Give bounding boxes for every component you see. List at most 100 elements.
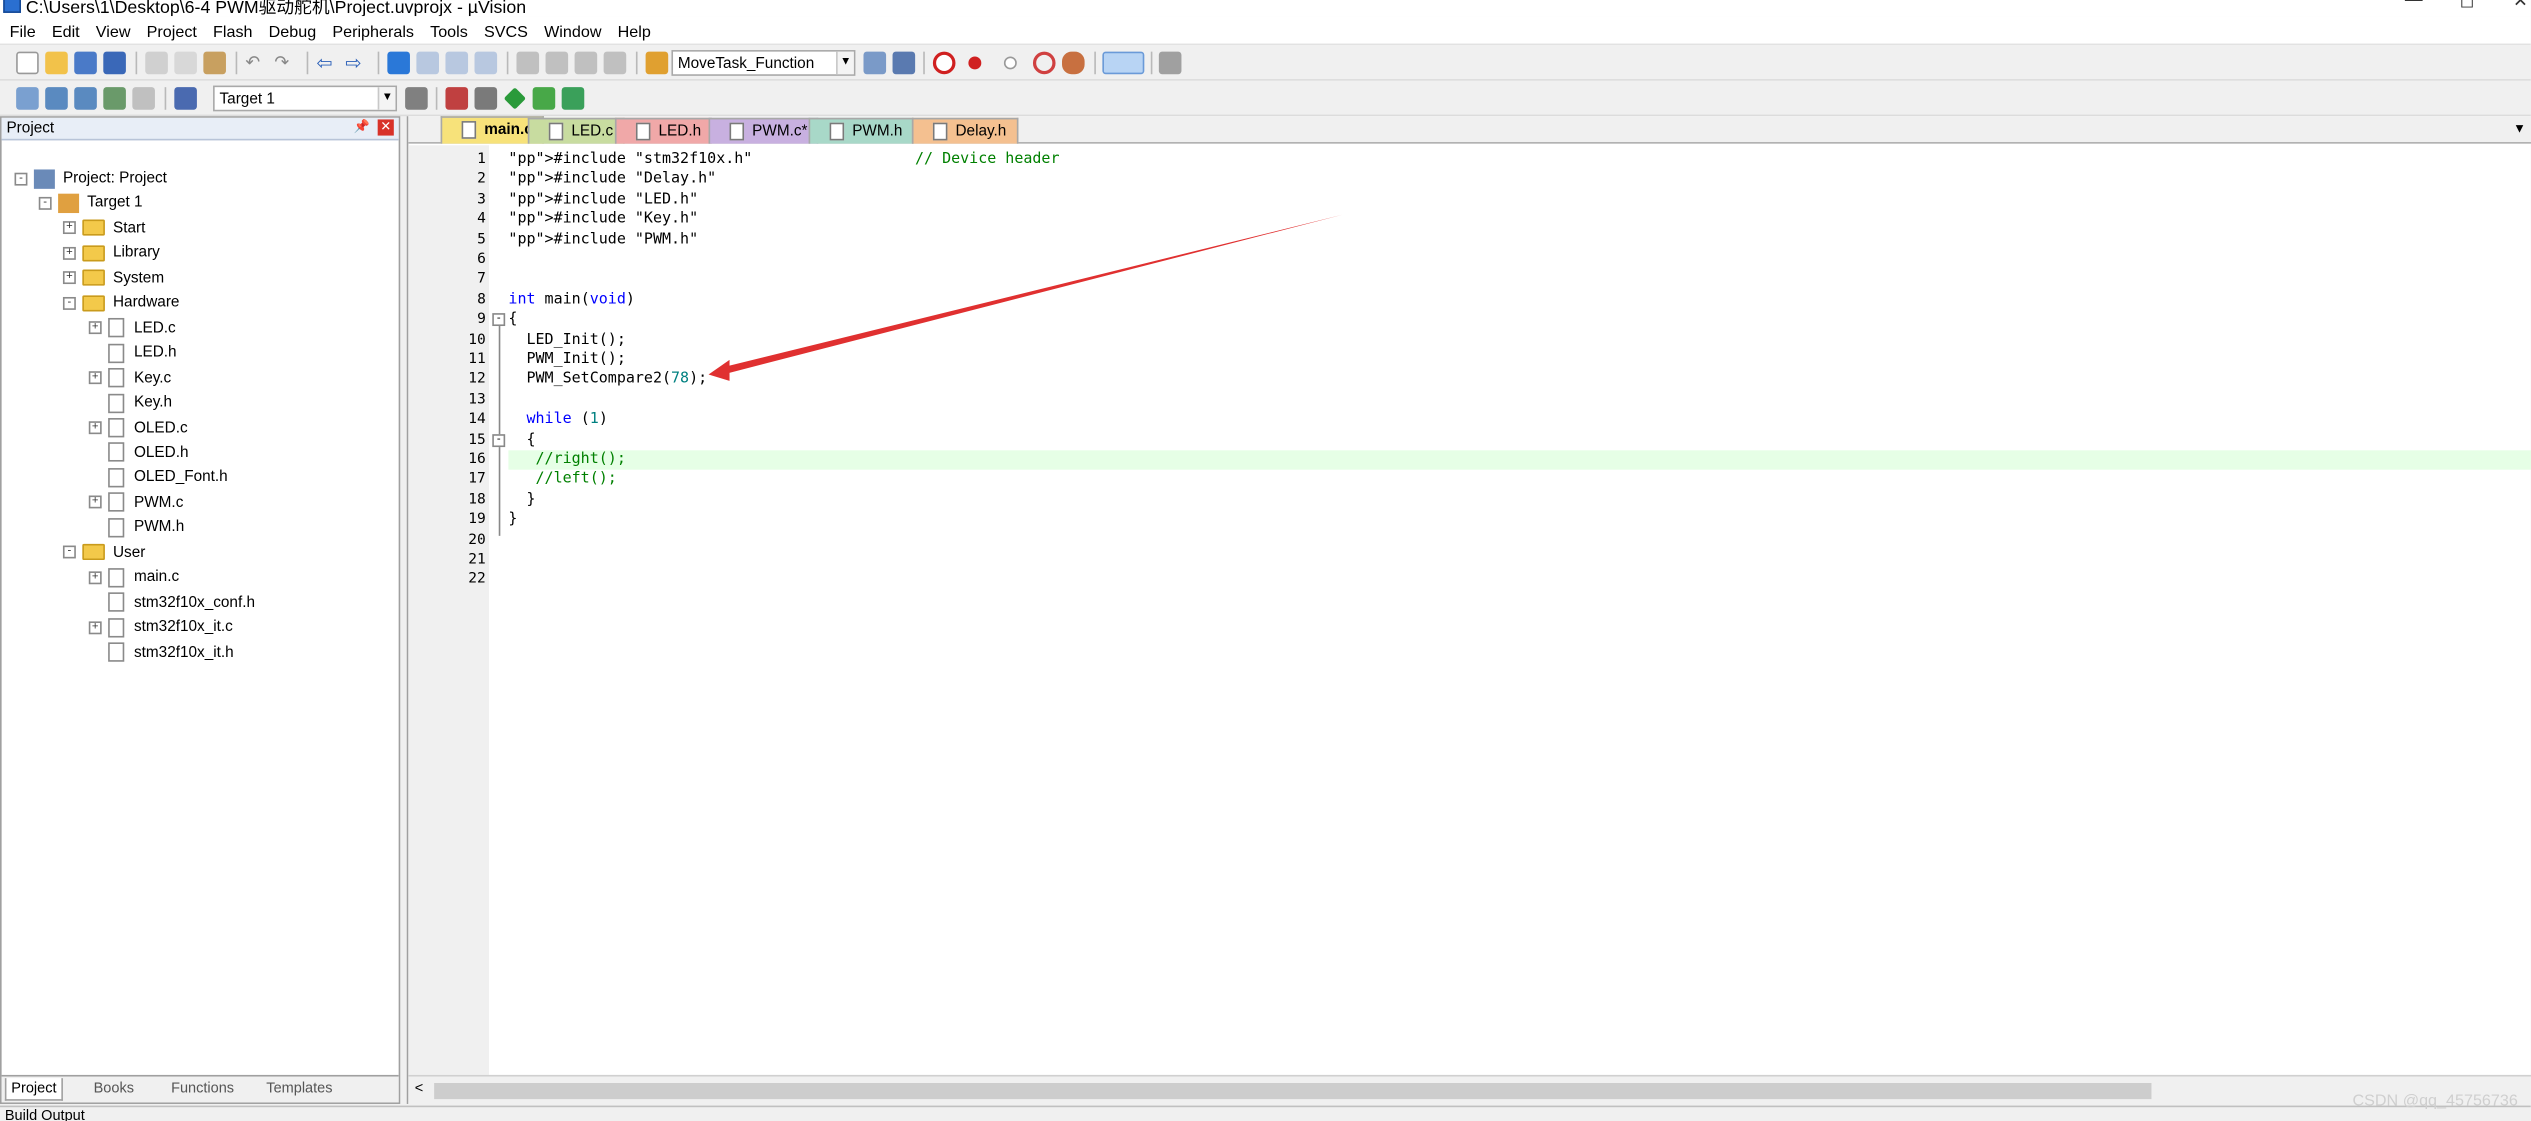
code-line[interactable]: "pp">#include "Key.h" — [508, 210, 2531, 230]
tree-item[interactable]: OLED.h — [89, 441, 189, 465]
code-line[interactable]: } — [508, 510, 2531, 530]
horizontal-scrollbar[interactable]: < — [408, 1074, 2531, 1104]
code-line[interactable] — [508, 250, 2531, 270]
code-line[interactable]: int main(void) — [508, 290, 2531, 310]
pane-tab-templates[interactable]: Templates — [261, 1078, 337, 1101]
tree-item[interactable]: + Key.c — [88, 366, 171, 390]
code-line[interactable]: "pp">#include "PWM.h" — [508, 230, 2531, 250]
code-line[interactable]: while (1) — [508, 410, 2531, 430]
minimize-button[interactable]: — — [2405, 0, 2423, 10]
stop-build-icon[interactable] — [132, 87, 155, 110]
breakpoint-icon[interactable] — [968, 56, 982, 70]
tree-item[interactable]: + main.c — [88, 565, 179, 589]
tree-item[interactable]: + OLED.c — [88, 416, 188, 440]
menu-tools[interactable]: Tools — [424, 21, 475, 42]
menu-flash[interactable]: Flash — [207, 21, 259, 42]
tab-delay-h[interactable]: Delay.h — [911, 117, 1018, 144]
tree-item[interactable]: - Hardware — [62, 291, 179, 315]
redo-icon[interactable]: ↷ — [274, 52, 297, 75]
scrollbar-thumb[interactable] — [434, 1082, 2152, 1100]
code-line[interactable]: PWM_SetCompare2(78); — [508, 370, 2531, 390]
tree-item[interactable]: stm32f10x_conf.h — [89, 590, 255, 614]
tree-item[interactable]: + System — [62, 266, 164, 290]
expand-icon[interactable]: + — [88, 570, 102, 584]
fold-toggle-icon[interactable]: - — [492, 433, 506, 447]
save-icon[interactable] — [74, 51, 97, 75]
scroll-left-icon[interactable]: < — [415, 1080, 423, 1096]
tree-item[interactable]: + LED.c — [88, 316, 176, 340]
comment-icon[interactable] — [574, 51, 598, 75]
code-editor[interactable]: "pp">#include "stm32f10x.h" // Device he… — [508, 145, 2531, 1075]
menu-file[interactable]: File — [3, 21, 42, 42]
run-time-env-icon[interactable] — [561, 87, 585, 110]
close-button[interactable]: ✕ — [2513, 0, 2528, 11]
expand-icon[interactable]: + — [88, 421, 102, 435]
pin-icon[interactable]: 📌 — [354, 119, 370, 134]
kill-all-breakpoints-icon[interactable] — [1062, 51, 1085, 75]
collapse-icon[interactable]: - — [14, 171, 28, 185]
clear-bookmarks-icon[interactable] — [474, 51, 498, 75]
code-line[interactable] — [508, 390, 2531, 410]
tree-item[interactable]: - Project: Project — [14, 166, 167, 190]
expand-icon[interactable]: + — [88, 371, 102, 385]
expand-icon[interactable]: + — [62, 221, 76, 235]
tree-item[interactable]: - Target 1 — [38, 191, 143, 215]
tab-led-h[interactable]: LED.h — [614, 117, 713, 144]
tree-item[interactable]: + Start — [62, 216, 145, 240]
debug-session-icon[interactable] — [932, 51, 956, 75]
open-file-icon[interactable] — [45, 51, 68, 75]
tree-item[interactable]: Key.h — [89, 391, 172, 415]
tree-item[interactable]: + PWM.c — [88, 490, 183, 514]
code-line[interactable]: //right(); — [508, 450, 2531, 471]
new-file-icon[interactable] — [16, 51, 39, 75]
code-line[interactable] — [508, 530, 2531, 550]
configure-icon[interactable] — [892, 51, 916, 75]
tab-led-c[interactable]: LED.c — [527, 117, 625, 144]
code-line[interactable] — [508, 270, 2531, 290]
tab-pwm-h[interactable]: PWM.h — [808, 117, 914, 144]
rebuild-icon[interactable] — [74, 87, 97, 110]
tab-list-icon[interactable]: ▼ — [2513, 121, 2526, 136]
target-options-icon[interactable] — [405, 87, 428, 110]
cut-icon[interactable] — [145, 51, 168, 75]
menu-project[interactable]: Project — [140, 21, 203, 42]
maximize-button[interactable]: ◻ — [2460, 0, 2475, 11]
tree-item[interactable]: OLED_Font.h — [89, 465, 228, 489]
paste-icon[interactable] — [203, 51, 226, 75]
function-combo[interactable]: MoveTask_Function ▼ — [671, 50, 856, 76]
save-all-icon[interactable] — [103, 51, 126, 75]
undo-icon[interactable]: ↶ — [245, 52, 268, 75]
unindent-icon[interactable] — [545, 51, 569, 75]
menu-view[interactable]: View — [89, 21, 137, 42]
menu-debug[interactable]: Debug — [262, 21, 322, 42]
manage-components-icon[interactable] — [445, 87, 469, 110]
expand-icon[interactable]: + — [62, 246, 76, 260]
code-line[interactable]: { — [508, 310, 2531, 330]
prev-bookmark-icon[interactable] — [416, 51, 440, 75]
tab-pwm-c-[interactable]: PWM.c* — [708, 117, 819, 144]
tree-item[interactable]: + Library — [62, 241, 160, 265]
configuration-icon[interactable] — [1158, 51, 1182, 75]
close-pane-icon[interactable]: ✕ — [377, 119, 394, 136]
tree-item[interactable]: PWM.h — [89, 515, 184, 539]
menu-edit[interactable]: Edit — [45, 21, 86, 42]
indent-icon[interactable] — [516, 51, 540, 75]
fold-toggle-icon[interactable]: - — [492, 313, 506, 327]
code-line[interactable]: } — [508, 490, 2531, 510]
menu-peripherals[interactable]: Peripherals — [326, 21, 421, 42]
tree-item[interactable]: stm32f10x_it.h — [89, 640, 234, 664]
pane-tab-project[interactable]: Project — [4, 1078, 63, 1101]
expand-icon[interactable]: + — [62, 271, 76, 285]
code-line[interactable]: "pp">#include "Delay.h" — [508, 170, 2531, 190]
build-icon[interactable] — [45, 87, 68, 110]
download-icon[interactable] — [174, 87, 197, 110]
tree-item[interactable]: + stm32f10x_it.c — [88, 615, 233, 639]
batch-build-icon[interactable] — [103, 87, 126, 110]
find-in-files-icon[interactable] — [645, 51, 669, 75]
pane-tab-functions[interactable]: Functions — [166, 1078, 239, 1101]
expand-icon[interactable]: + — [88, 620, 102, 634]
expand-icon[interactable]: + — [88, 321, 102, 335]
code-line[interactable] — [508, 570, 2531, 590]
tree-item[interactable]: LED.h — [89, 341, 177, 365]
code-line[interactable]: PWM_Init(); — [508, 350, 2531, 370]
